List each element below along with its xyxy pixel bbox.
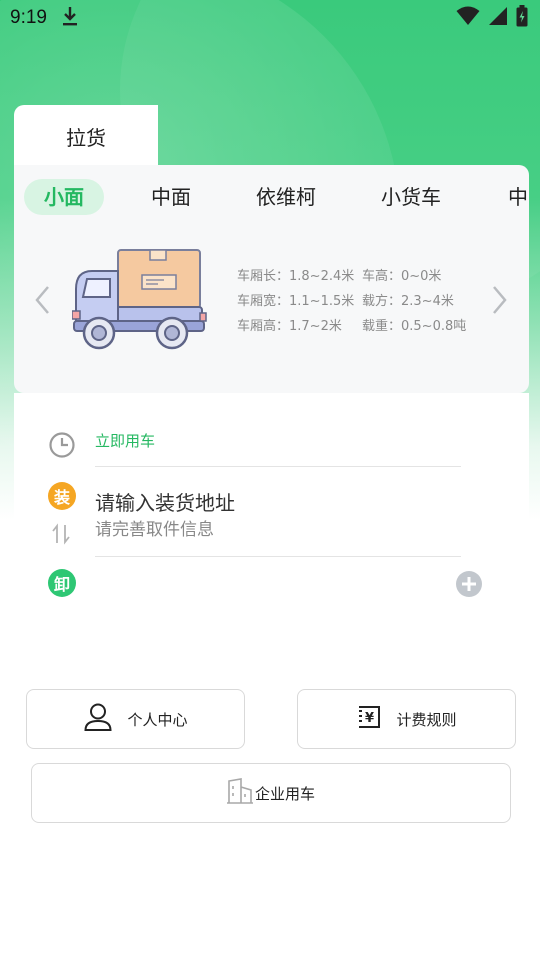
vehicle-tab-medium-van[interactable]: 中面 xyxy=(151,179,191,215)
personal-center-label: 个人中心 xyxy=(127,710,188,729)
divider xyxy=(95,466,461,467)
tab-cargo[interactable]: 拉货 xyxy=(14,105,158,167)
load-badge-icon: 装 xyxy=(48,482,76,510)
prev-vehicle-arrow[interactable] xyxy=(30,283,54,317)
download-icon xyxy=(61,5,79,31)
spec-volume: 载方：2.3~4米 xyxy=(362,294,454,309)
enterprise-car-label: 企业用车 xyxy=(254,784,315,803)
building-icon xyxy=(226,778,253,808)
status-bar: 9:19 xyxy=(0,0,540,36)
spec-load: 载重：0.5~0.8吨 xyxy=(362,319,467,334)
vehicle-tab-medium-truck[interactable]: 中 xyxy=(508,179,528,215)
svg-text:¥: ¥ xyxy=(365,711,374,726)
status-time: 9:19 xyxy=(10,7,47,28)
use-car-now[interactable]: 立即用车 xyxy=(95,430,155,451)
divider xyxy=(95,556,461,557)
battery-icon xyxy=(516,5,528,31)
order-form: 立即用车 装 请输入装货地址 请完善取件信息 卸 xyxy=(14,393,529,615)
spec-box-length: 车厢长：1.8~2.4米 xyxy=(237,269,355,284)
spec-box-width: 车厢宽：1.1~1.5米 xyxy=(237,294,355,309)
swap-icon[interactable] xyxy=(51,523,71,549)
load-address-hint: 请完善取件信息 xyxy=(95,520,214,540)
vehicle-selector-card: 小面 中面 依维柯 小货车 中 车厢长：1.8~2.4米 车厢宽：1.1~1.5… xyxy=(14,165,529,393)
enterprise-car-button[interactable]: 企业用车 xyxy=(31,763,511,823)
pricing-rules-button[interactable]: ¥ 计费规则 xyxy=(297,689,516,749)
receipt-yuan-icon: ¥ xyxy=(356,705,382,733)
spec-vehicle-height: 车高：0~0米 xyxy=(362,269,442,284)
wifi-icon xyxy=(456,6,480,30)
add-stop-icon[interactable] xyxy=(455,570,483,602)
clock-icon xyxy=(48,431,76,463)
next-vehicle-arrow[interactable] xyxy=(488,283,512,317)
vehicle-tab-small-truck[interactable]: 小货车 xyxy=(381,179,441,215)
truck-illustration xyxy=(71,247,208,355)
personal-center-button[interactable]: 个人中心 xyxy=(26,689,245,749)
spec-box-height: 车厢高：1.7~2米 xyxy=(237,319,342,334)
vehicle-type-tabs: 小面 中面 依维柯 小货车 中 xyxy=(14,177,529,217)
vehicle-tab-iveco[interactable]: 依维柯 xyxy=(256,179,316,215)
vehicle-tab-small-van[interactable]: 小面 xyxy=(24,179,104,215)
unload-badge-icon: 卸 xyxy=(48,569,76,597)
user-icon xyxy=(83,702,113,736)
signal-icon xyxy=(488,6,508,30)
load-address-input[interactable]: 请输入装货地址 xyxy=(95,487,235,516)
pricing-rules-label: 计费规则 xyxy=(396,710,457,729)
